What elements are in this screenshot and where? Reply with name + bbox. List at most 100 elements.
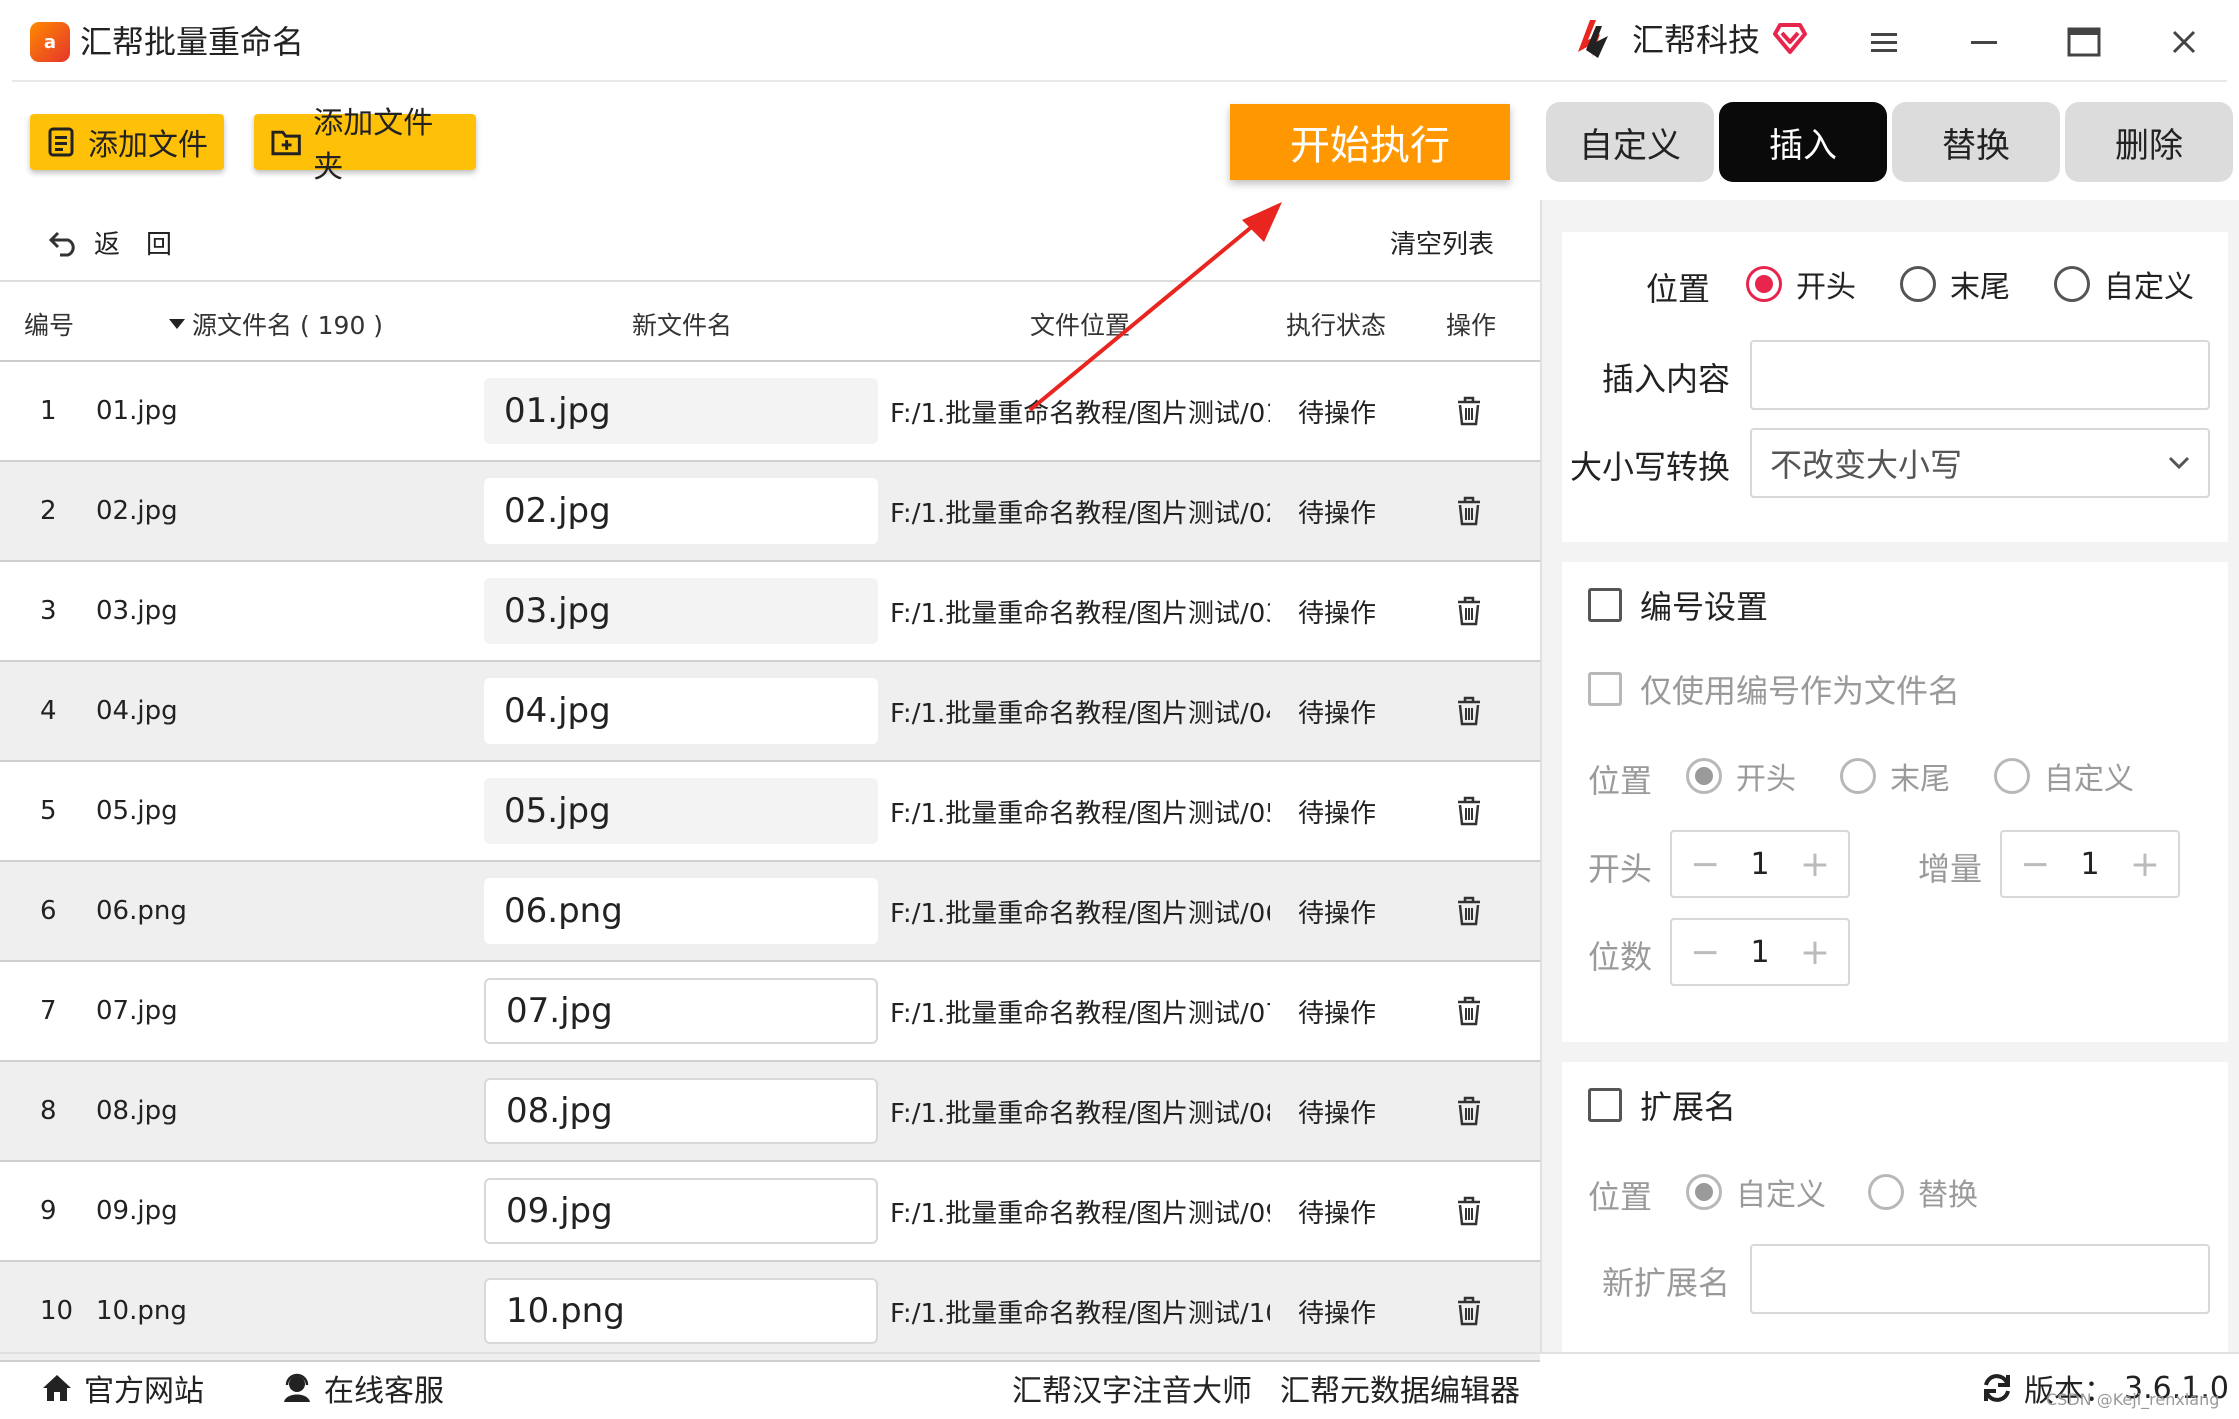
tab-replace[interactable]: 替换: [1892, 102, 2060, 182]
delete-icon[interactable]: [1456, 462, 1482, 560]
minus-icon[interactable]: −: [2020, 844, 2050, 885]
app-logo-icon: a: [30, 22, 70, 62]
insert-content-input[interactable]: [1750, 340, 2210, 410]
add-file-icon: [48, 127, 74, 157]
plus-icon[interactable]: +: [2130, 844, 2160, 885]
numbering-checkbox[interactable]: 编号设置: [1588, 582, 1768, 628]
file-path: F:/1.批量重命名教程/图片测试/10.png: [890, 1298, 1270, 1329]
plus-icon[interactable]: +: [1800, 932, 1830, 973]
delete-icon[interactable]: [1456, 1062, 1482, 1160]
position-start-radio[interactable]: 开头: [1746, 262, 1856, 306]
radio-circle: [2054, 266, 2090, 302]
tab-delete[interactable]: 删除: [2065, 102, 2233, 182]
support-link[interactable]: 在线客服: [280, 1366, 444, 1410]
new-filename-input[interactable]: 10.png: [484, 1278, 878, 1344]
table-row[interactable]: 5 05.jpg 05.jpg F:/1.批量重命名教程/图片测试/05.jpg 待操作: [0, 762, 1540, 862]
table-row[interactable]: 9 09.jpg 09.jpg F:/1.批量重命名教程/图片测试/09.jpg 待操作: [0, 1162, 1540, 1262]
tab-custom[interactable]: 自定义: [1546, 102, 1714, 182]
minimize-icon[interactable]: [1954, 18, 2014, 66]
add-folder-icon: [271, 130, 301, 156]
delete-icon[interactable]: [1456, 762, 1482, 860]
new-extension-input[interactable]: [1750, 1244, 2210, 1314]
position-end-radio[interactable]: 末尾: [1900, 262, 2010, 306]
new-filename-input[interactable]: 01.jpg: [484, 378, 878, 444]
row-number: 7: [40, 996, 57, 1026]
radio-label: 自定义: [2044, 762, 2134, 797]
delete-icon[interactable]: [1456, 962, 1482, 1060]
metadata-app-link[interactable]: 汇帮元数据编辑器: [1280, 1366, 1520, 1410]
add-folder-button[interactable]: 添加文件夹: [254, 106, 476, 185]
delete-icon[interactable]: [1456, 362, 1482, 460]
close-icon[interactable]: [2154, 18, 2214, 66]
new-filename-input[interactable]: 04.jpg: [484, 678, 878, 744]
pinyin-app-link[interactable]: 汇帮汉字注音大师: [1012, 1366, 1252, 1410]
back-label: 返 回: [94, 230, 173, 260]
maximize-icon[interactable]: [2054, 18, 2114, 66]
website-link[interactable]: 官方网站: [40, 1366, 204, 1410]
start-execute-button[interactable]: 开始执行: [1230, 104, 1510, 180]
new-filename-input[interactable]: 03.jpg: [484, 578, 878, 644]
extension-title: 扩展名: [1640, 1088, 1737, 1126]
row-number: 3: [40, 596, 57, 626]
home-icon: [43, 1375, 71, 1401]
insert-settings-card: 位置 开头 末尾 自定义 插入内容 大小写转换 不改变大小写: [1562, 232, 2228, 542]
radio-circle: [1746, 266, 1782, 302]
table-row[interactable]: 6 06.png 06.png F:/1.批量重命名教程/图片测试/06.png 待操作: [0, 862, 1540, 962]
table-row[interactable]: 2 02.jpg 02.jpg F:/1.批量重命名教程/图片测试/02.jpg 待操作: [0, 462, 1540, 562]
numbering-custom-radio[interactable]: 自定义: [1994, 754, 2134, 798]
only-number-checkbox[interactable]: 仅使用编号作为文件名: [1588, 666, 1960, 712]
source-filename: 04.jpg: [96, 696, 178, 726]
extension-custom-radio[interactable]: 自定义: [1686, 1170, 1826, 1214]
new-filename-input[interactable]: 05.jpg: [484, 778, 878, 844]
position-custom-radio[interactable]: 自定义: [2054, 262, 2194, 306]
table-row[interactable]: 8 08.jpg 08.jpg F:/1.批量重命名教程/图片测试/08.jpg 待操作: [0, 1062, 1540, 1162]
delete-icon[interactable]: [1456, 862, 1482, 960]
case-select-value: 不改变大小写: [1770, 446, 1963, 484]
minus-icon[interactable]: −: [1690, 932, 1720, 973]
app-title: 汇帮批量重命名: [80, 23, 305, 61]
digits-stepper[interactable]: − 1 +: [1670, 918, 1850, 986]
start-stepper[interactable]: − 1 +: [1670, 830, 1850, 898]
increment-stepper[interactable]: − 1 +: [2000, 830, 2180, 898]
vip-heart-icon[interactable]: [1770, 18, 1810, 58]
minus-icon[interactable]: −: [1690, 844, 1720, 885]
back-button[interactable]: 返 回: [48, 224, 172, 261]
table-row[interactable]: 4 04.jpg 04.jpg F:/1.批量重命名教程/图片测试/04.jpg 待操作: [0, 662, 1540, 762]
only-number-label: 仅使用编号作为文件名: [1640, 672, 1961, 710]
table-row[interactable]: 7 07.jpg 07.jpg F:/1.批量重命名教程/图片测试/07.jpg 待操作: [0, 962, 1540, 1062]
numbering-position-label: 位置: [1588, 762, 1653, 800]
delete-icon[interactable]: [1456, 1162, 1482, 1260]
table-row[interactable]: 101.jpg01.jpgF:/1.批量重命名教程/图片测试/01.jpg待操作: [0, 362, 1540, 462]
radio-label: 自定义: [2104, 270, 2194, 305]
source-filename: 02.jpg: [96, 496, 178, 526]
new-filename-input[interactable]: 07.jpg: [484, 978, 878, 1044]
new-filename-input[interactable]: 08.jpg: [484, 1078, 878, 1144]
radio-label: 开头: [1796, 270, 1856, 305]
case-select[interactable]: 不改变大小写: [1750, 428, 2210, 498]
header-source[interactable]: 源文件名 ( 190 ): [168, 306, 383, 342]
clear-list-button[interactable]: 清空列表: [1390, 224, 1494, 261]
delete-icon[interactable]: [1456, 1262, 1482, 1360]
numbering-end-radio[interactable]: 末尾: [1840, 754, 1950, 798]
delete-icon[interactable]: [1456, 562, 1482, 660]
numbering-start-radio[interactable]: 开头: [1686, 754, 1796, 798]
support-label: 在线客服: [324, 1374, 444, 1409]
menu-icon[interactable]: [1854, 18, 1914, 66]
add-files-button[interactable]: 添加文件: [30, 114, 224, 170]
new-filename-input[interactable]: 09.jpg: [484, 1178, 878, 1244]
tab-insert[interactable]: 插入: [1719, 102, 1887, 182]
table-row[interactable]: 3 03.jpg 03.jpg F:/1.批量重命名教程/图片测试/03.jpg 待操作: [0, 562, 1540, 662]
delete-icon[interactable]: [1456, 662, 1482, 760]
new-filename-input[interactable]: 02.jpg: [484, 478, 878, 544]
extension-replace-radio[interactable]: 替换: [1868, 1170, 1978, 1214]
header-new: 新文件名: [632, 311, 733, 340]
new-filename-input[interactable]: 06.png: [484, 878, 878, 944]
extension-checkbox[interactable]: 扩展名: [1588, 1082, 1736, 1128]
checkbox-box: [1588, 672, 1622, 706]
refresh-icon: [1984, 1374, 2010, 1402]
row-number: 9: [40, 1196, 57, 1226]
plus-icon[interactable]: +: [1800, 844, 1830, 885]
file-path: F:/1.批量重命名教程/图片测试/03.jpg: [890, 598, 1270, 629]
table-row[interactable]: 10 10.png 10.png F:/1.批量重命名教程/图片测试/10.png 待操…: [0, 1262, 1540, 1362]
status-text: 待操作: [1298, 398, 1377, 429]
